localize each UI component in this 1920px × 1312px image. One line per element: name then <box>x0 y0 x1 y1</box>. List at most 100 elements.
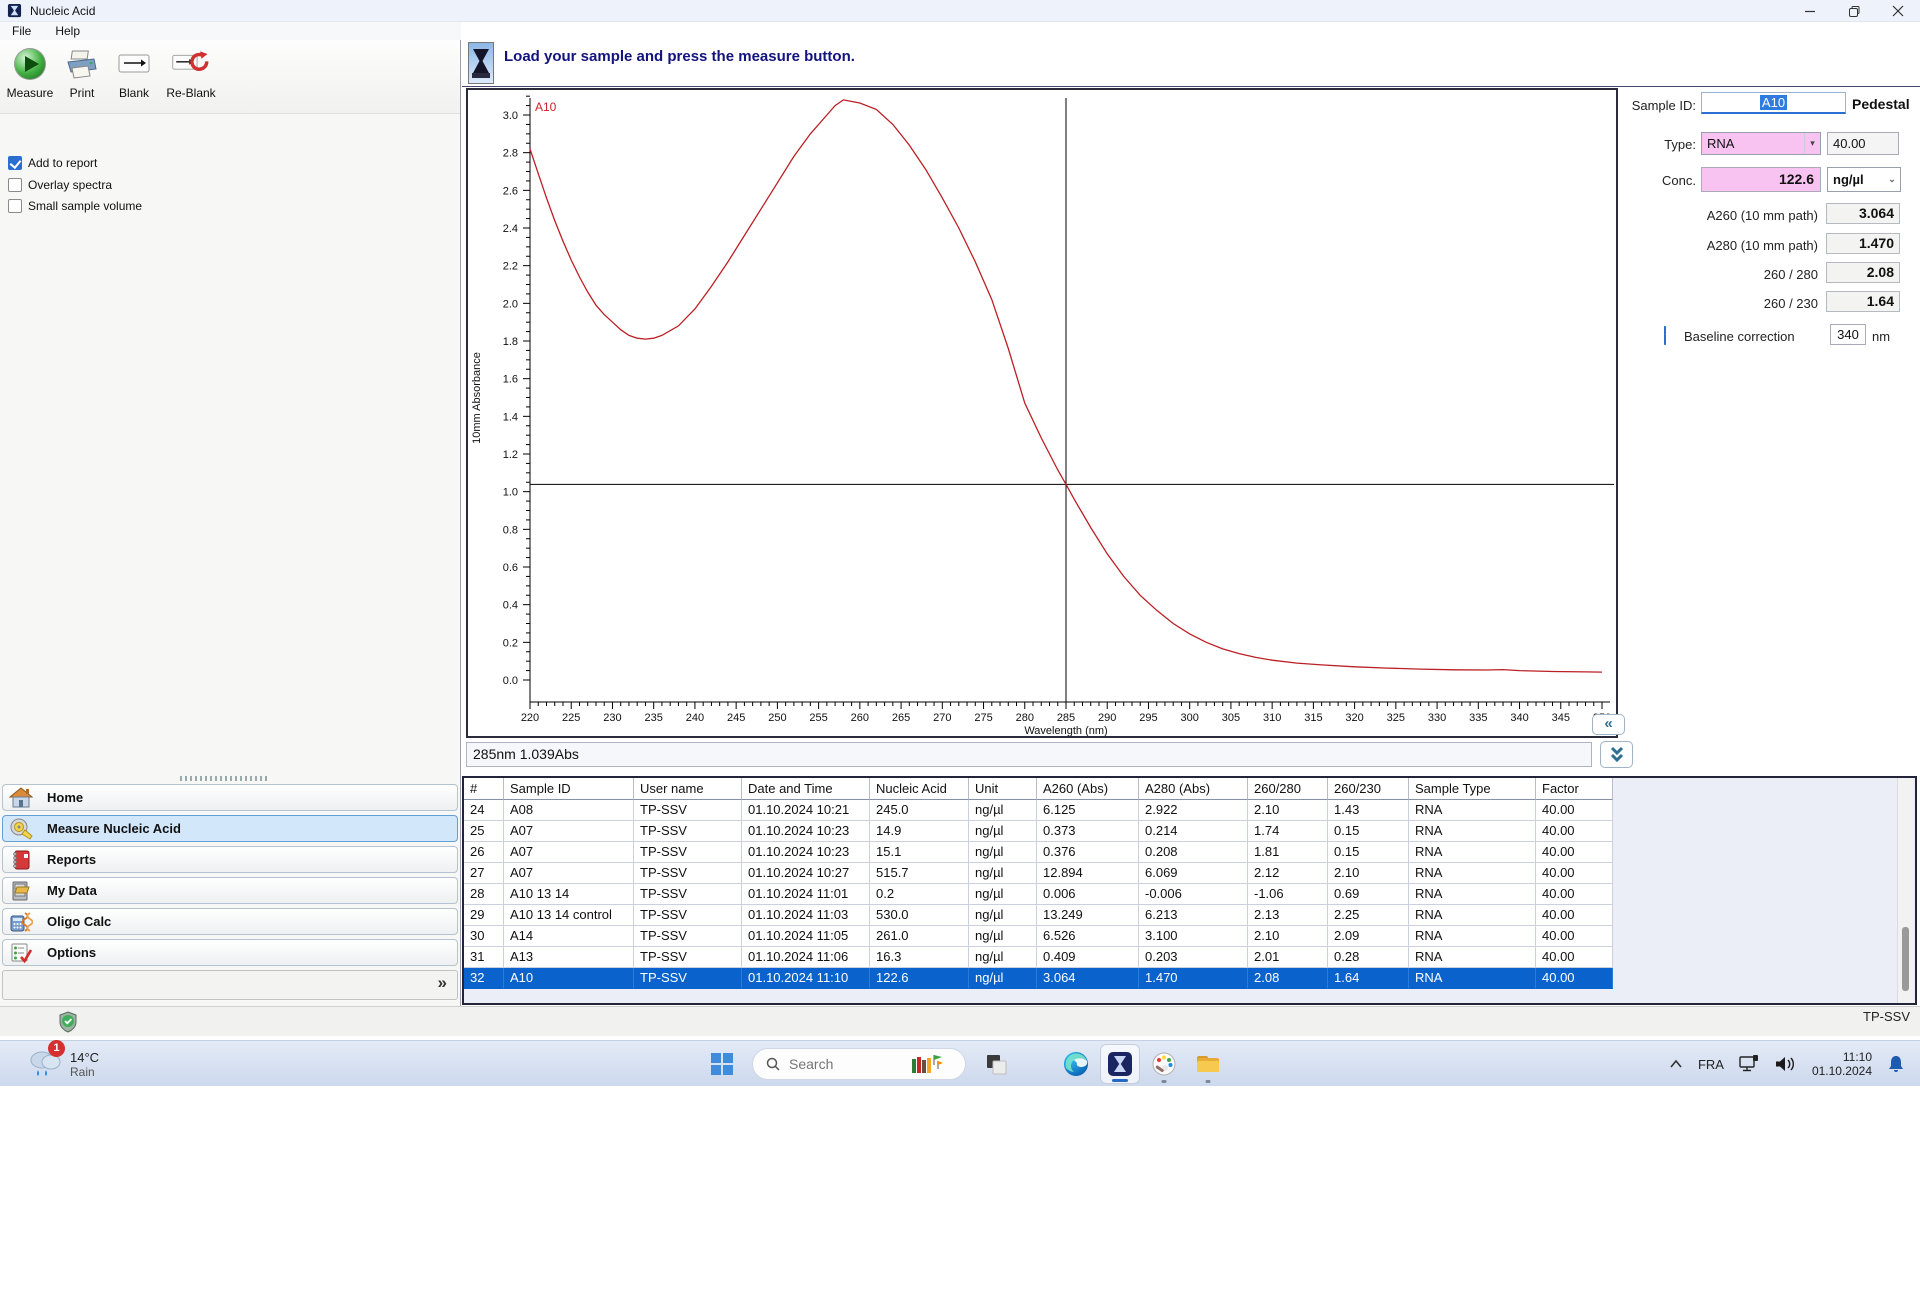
paint-app-button[interactable] <box>1144 1044 1184 1084</box>
table-cell: 16.3 <box>870 947 969 968</box>
weather-widget[interactable]: 1 14°C Rain <box>26 1040 99 1085</box>
table-row[interactable]: 25 A07 TP-SSV 01.10.2024 10:23 14.9 ng/µl 0.37… <box>464 821 1915 842</box>
table-header-cell[interactable]: 260/280 <box>1248 778 1328 800</box>
overlay-spectra-checkbox[interactable]: Overlay spectra <box>8 178 112 192</box>
table-row[interactable]: 31 A13 TP-SSV 01.10.2024 11:06 16.3 ng/µl 0.40… <box>464 947 1915 968</box>
file-explorer-button[interactable] <box>1188 1044 1228 1084</box>
table-row[interactable]: 30 A14 TP-SSV 01.10.2024 11:05 261.0 ng/µl 6.5… <box>464 926 1915 947</box>
blank-button[interactable]: Blank <box>108 44 160 100</box>
tray-language[interactable]: FRA <box>1698 1057 1724 1072</box>
sidebar-item-label: Oligo Calc <box>47 914 112 929</box>
table-cell: 6.069 <box>1139 863 1248 884</box>
table-cell: 14.9 <box>870 821 969 842</box>
minimize-button[interactable] <box>1788 0 1832 22</box>
table-header-cell[interactable]: Sample ID <box>504 778 634 800</box>
sidebar-item-reports[interactable]: Reports <box>2 846 458 873</box>
table-row[interactable]: 27 A07 TP-SSV 01.10.2024 10:27 515.7 ng/µl 12.… <box>464 863 1915 884</box>
tray-notifications-button[interactable] <box>1886 1054 1906 1074</box>
table-cell: A07 <box>504 842 634 863</box>
collapse-panel-button[interactable]: « <box>1592 714 1625 735</box>
table-row[interactable]: 29 A10 13 14 control TP-SSV 01.10.2024 11:0… <box>464 905 1915 926</box>
collapse-table-button[interactable] <box>1600 741 1633 768</box>
sidebar-item-my-data[interactable]: My Data <box>2 877 458 904</box>
table-cell: ng/µl <box>969 863 1037 884</box>
sidebar-item-options[interactable]: Options <box>2 939 458 966</box>
y-tick-label: 1.8 <box>503 336 518 348</box>
table-row[interactable]: 32 A10 TP-SSV 01.10.2024 11:10 122.6 ng/µl 3.0… <box>464 968 1915 989</box>
y-tick-label: 1.4 <box>503 411 518 423</box>
table-header-cell[interactable]: User name <box>634 778 742 800</box>
sidebar-more-bar[interactable]: » <box>2 970 458 1000</box>
conc-unit-dropdown[interactable]: ng/µl ⌄ <box>1827 167 1901 192</box>
task-view-button[interactable] <box>976 1044 1016 1084</box>
table-cell: 40.00 <box>1536 968 1613 989</box>
sample-id-input[interactable]: A10 <box>1701 92 1846 114</box>
table-cell: 13.249 <box>1037 905 1139 926</box>
table-row[interactable]: 28 A10 13 14 TP-SSV 01.10.2024 11:01 0.2 ng/µ… <box>464 884 1915 905</box>
sidebar-item-home[interactable]: Home <box>2 784 458 811</box>
table-cell: 01.10.2024 10:27 <box>742 863 870 884</box>
checkbox-icon <box>8 199 22 213</box>
table-header-cell[interactable]: A260 (Abs) <box>1037 778 1139 800</box>
splitter-handle[interactable] <box>180 776 270 781</box>
trace-label: A10 <box>535 100 557 114</box>
conc-value-field[interactable]: 122.6 <box>1701 167 1821 192</box>
table-header-cell[interactable]: A280 (Abs) <box>1139 778 1248 800</box>
restore-button[interactable] <box>1832 0 1876 22</box>
baseline-correction-checkbox[interactable] <box>1664 326 1666 345</box>
a280-value: 1.470 <box>1826 233 1900 254</box>
paint-icon <box>1152 1052 1176 1076</box>
table-row[interactable]: 24 A08 TP-SSV 01.10.2024 10:21 245.0 ng/µl 6.1… <box>464 800 1915 821</box>
table-header-cell[interactable]: Date and Time <box>742 778 870 800</box>
search-input[interactable] <box>789 1056 909 1072</box>
tray-network-button[interactable] <box>1738 1054 1760 1074</box>
type-dropdown[interactable]: RNA ▾ <box>1701 132 1821 155</box>
chevron-double-right-icon: » <box>437 973 447 992</box>
table-cell: 1.43 <box>1328 800 1409 821</box>
table-row[interactable]: 26 A07 TP-SSV 01.10.2024 10:23 15.1 ng/µl 0.37… <box>464 842 1915 863</box>
measure-button[interactable]: Measure <box>4 44 56 100</box>
table-header-cell[interactable]: Nucleic Acid <box>870 778 969 800</box>
scrollbar-thumb[interactable] <box>1902 927 1909 991</box>
table-header-cell[interactable]: # <box>464 778 504 800</box>
close-button[interactable] <box>1876 0 1920 22</box>
taskbar-search[interactable] <box>752 1048 966 1080</box>
start-button[interactable] <box>702 1044 742 1084</box>
table-cell: 30 <box>464 926 504 947</box>
speaker-icon <box>1775 1057 1794 1071</box>
table-cell: 261.0 <box>870 926 969 947</box>
print-button[interactable]: Print <box>56 44 108 100</box>
small-sample-volume-checkbox[interactable]: Small sample volume <box>8 199 142 213</box>
x-tick-label: 330 <box>1428 712 1446 724</box>
menu-help[interactable]: Help <box>43 24 92 38</box>
screen: Nucleic Acid File Help Measure Print Bla… <box>0 0 1920 1312</box>
options-icon <box>9 941 33 965</box>
table-header-cell[interactable]: Unit <box>969 778 1037 800</box>
tray-clock[interactable]: 11:10 01.10.2024 <box>1812 1050 1872 1078</box>
baseline-wavelength-field[interactable]: 340 <box>1830 324 1866 345</box>
table-header-cell[interactable]: Factor <box>1536 778 1613 800</box>
table-cell: 2.13 <box>1248 905 1328 926</box>
table-cell: A10 <box>504 968 634 989</box>
table-scrollbar[interactable] <box>1897 778 1913 1003</box>
edge-browser-button[interactable] <box>1056 1044 1096 1084</box>
menu-file[interactable]: File <box>0 24 43 38</box>
x-tick-label: 265 <box>892 712 910 724</box>
table-cell: ng/µl <box>969 968 1037 989</box>
table-cell: RNA <box>1409 968 1536 989</box>
nanodrop-app-button[interactable] <box>1100 1044 1140 1084</box>
tray-volume-button[interactable] <box>1774 1055 1796 1073</box>
add-to-report-checkbox[interactable]: Add to report <box>8 156 97 170</box>
tray-hidden-icons-button[interactable] <box>1668 1058 1684 1070</box>
sidebar-item-measure-nucleic-acid[interactable]: Measure Nucleic Acid <box>2 815 458 842</box>
sidebar-item-oligo-calc[interactable]: Oligo Calc <box>2 908 458 935</box>
table-cell: 40.00 <box>1536 884 1613 905</box>
table-cell: 2.09 <box>1328 926 1409 947</box>
table-header-cell[interactable]: Sample Type <box>1409 778 1536 800</box>
type-factor-field: 40.00 <box>1827 132 1899 155</box>
reblank-button[interactable]: Re-Blank <box>160 44 222 100</box>
table-header-cell[interactable]: 260/230 <box>1328 778 1409 800</box>
plot-area[interactable] <box>530 98 1616 702</box>
results-table: # Sample ID User name Date and Time Nucleic … <box>462 776 1917 1005</box>
table-cell: RNA <box>1409 800 1536 821</box>
